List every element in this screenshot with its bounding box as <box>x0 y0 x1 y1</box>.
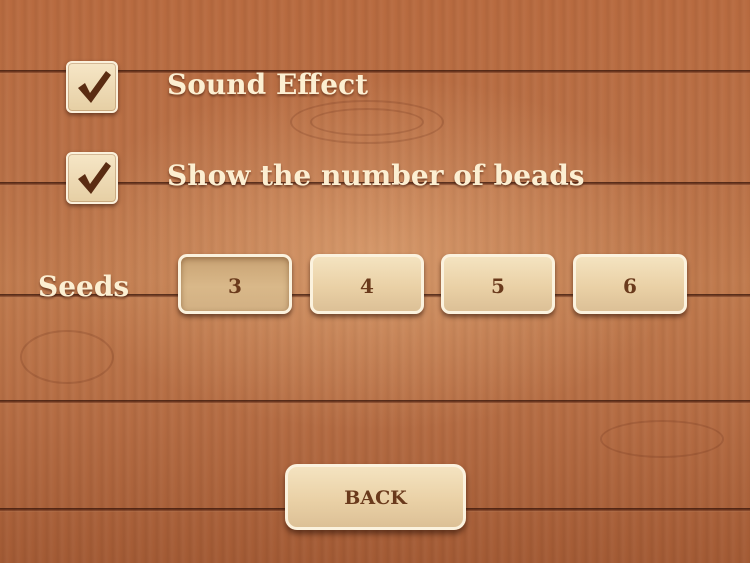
wood-grain <box>310 108 424 136</box>
seeds-label: Seeds <box>38 270 130 303</box>
checkmark-icon <box>78 162 111 194</box>
show-beads-label: Show the number of beads <box>167 159 585 192</box>
sound-effect-label: Sound Effect <box>167 68 369 101</box>
seed-button-4[interactable]: 4 <box>310 254 424 314</box>
plank-seam <box>0 400 750 404</box>
wood-grain <box>600 420 724 458</box>
seed-button-5[interactable]: 5 <box>441 254 555 314</box>
wood-grain <box>20 330 114 384</box>
checkmark-icon <box>78 71 111 103</box>
seed-button-3[interactable]: 3 <box>178 254 292 314</box>
back-button[interactable]: BACK <box>285 464 466 530</box>
sound-effect-checkbox[interactable] <box>66 61 118 113</box>
seed-button-6[interactable]: 6 <box>573 254 687 314</box>
show-beads-checkbox[interactable] <box>66 152 118 204</box>
